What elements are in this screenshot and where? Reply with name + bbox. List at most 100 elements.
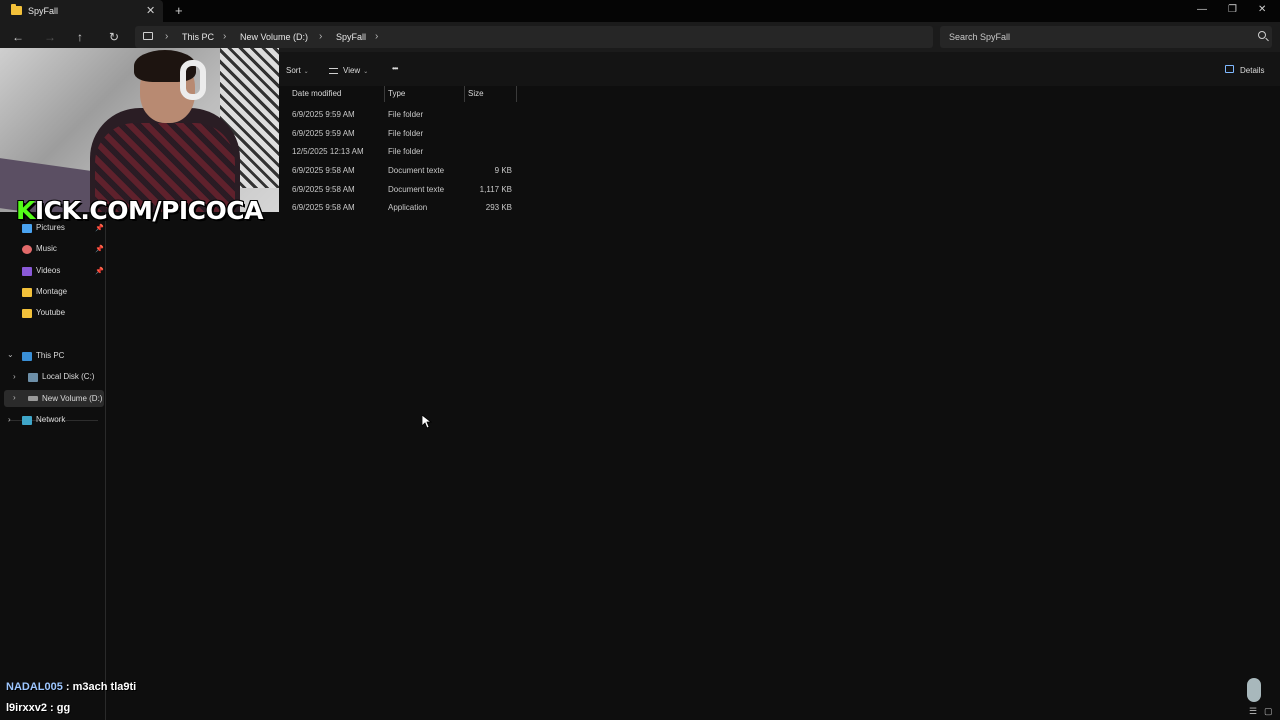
close-tab-icon[interactable]: ✕ [146, 4, 155, 17]
search-box[interactable]: Search SpyFall [940, 26, 1272, 48]
refresh-button[interactable]: ↻ [109, 30, 119, 44]
chat-username: NADAL005 [6, 681, 63, 693]
date-cell: 6/9/2025 9:59 AM [292, 129, 355, 138]
chat-text: : m3ach tla9ti [62, 681, 137, 693]
details-pane-icon [1225, 65, 1234, 73]
tiles-view-icon[interactable]: ▢ [1264, 706, 1273, 717]
column-header-date-modified[interactable]: Date modified [292, 89, 341, 98]
monitor-icon [143, 32, 153, 40]
close-window-button[interactable]: ✕ [1258, 4, 1266, 15]
tab-spyfall[interactable]: SpyFall ✕ [0, 0, 163, 22]
chat-message: l9irxxv2 : gg [6, 702, 70, 714]
collapse-chevron-icon[interactable]: ⌄ [7, 350, 14, 359]
file-row[interactable]: 6/9/2025 9:59 AM File folder [286, 105, 518, 123]
pin-icon: 📌 [95, 225, 104, 232]
videos-icon [22, 267, 32, 276]
chevron-down-icon: ⌄ [363, 69, 369, 75]
file-row[interactable]: 6/9/2025 9:58 AM Application 293 KB [286, 198, 518, 216]
stream-branding: KICK.COM/PICOCA [16, 196, 263, 225]
chevron-down-icon: ⌄ [303, 69, 309, 75]
kick-url: ICK.COM/PICOCA [34, 196, 264, 225]
breadcrumb-separator[interactable]: › [375, 31, 378, 42]
sort-label: Sort [286, 66, 301, 75]
breadcrumb-new-volume[interactable]: New Volume (D:) [240, 32, 308, 42]
pictures-icon [22, 224, 32, 233]
drive-icon [28, 396, 38, 401]
new-tab-button[interactable]: + [175, 3, 183, 18]
breadcrumb-separator[interactable]: › [165, 31, 168, 42]
back-button[interactable]: ← [12, 30, 24, 44]
type-cell: File folder [388, 110, 424, 119]
folder-icon [11, 4, 22, 15]
column-divider[interactable] [464, 86, 465, 102]
column-header-type[interactable]: Type [388, 89, 405, 98]
date-cell: 6/9/2025 9:58 AM [292, 166, 355, 175]
sidebar-item-label: Network [36, 415, 66, 424]
view-button[interactable]: View ⌄ [329, 66, 368, 75]
chat-username: l9irxxv2 [6, 702, 47, 714]
pin-icon: 📌 [95, 246, 104, 253]
breadcrumb-separator[interactable]: › [319, 31, 322, 42]
more-options-button[interactable]: ••• [392, 64, 398, 73]
type-cell: Document texte [388, 166, 445, 175]
file-row[interactable]: 12/5/2025 12:13 AM File folder [286, 142, 518, 160]
sidebar-item-label: Youtube [36, 308, 66, 317]
chat-text: : gg [46, 702, 71, 714]
expand-chevron-icon[interactable]: › [8, 415, 11, 424]
type-cell: File folder [388, 147, 424, 156]
column-header-size[interactable]: Size [468, 89, 484, 98]
minimize-button[interactable]: — [1197, 4, 1207, 15]
expand-chevron-icon[interactable]: › [13, 393, 16, 402]
up-button[interactable]: ↑ [77, 30, 83, 44]
breadcrumb-separator[interactable]: › [223, 31, 226, 42]
sidebar-item-label: Music [36, 244, 57, 253]
breadcrumb-spyfall[interactable]: SpyFall [336, 32, 366, 42]
headphones-icon [180, 60, 206, 100]
breadcrumb-this-pc[interactable]: This PC [182, 32, 214, 42]
folder-icon [22, 309, 32, 318]
forward-button[interactable]: → [44, 30, 56, 44]
details-view-icon[interactable]: ☰ [1249, 706, 1257, 717]
sidebar-item-label: Local Disk (C:) [42, 372, 95, 381]
type-cell: File folder [388, 129, 424, 138]
date-cell: 6/9/2025 9:58 AM [292, 203, 355, 212]
type-cell: Application [388, 203, 428, 212]
sidebar-item-label: This PC [36, 351, 65, 360]
sidebar-item-label: New Volume (D:) [42, 394, 103, 403]
avatar [1247, 678, 1261, 702]
search-icon [1258, 31, 1266, 39]
sort-button[interactable]: Sort ⌄ [286, 66, 309, 75]
size-cell: 1,117 KB [479, 185, 512, 194]
file-row[interactable]: 6/9/2025 9:58 AM Document texte 9 KB [286, 161, 518, 179]
sidebar-item-label: Videos [36, 266, 61, 275]
date-cell: 6/9/2025 9:58 AM [292, 185, 355, 194]
file-row[interactable]: 6/9/2025 9:59 AM File folder [286, 124, 518, 142]
folder-icon [22, 288, 32, 297]
title-bar: SpyFall ✕ + — ❐ ✕ [0, 0, 1280, 22]
music-icon [22, 245, 32, 254]
file-row[interactable]: 6/9/2025 9:58 AM Document texte 1,117 KB [286, 180, 518, 198]
monitor-icon [22, 352, 32, 361]
details-button[interactable]: Details [1240, 66, 1264, 75]
chat-message: NADAL005 : m3ach tla9ti [6, 681, 136, 693]
view-label: View [343, 66, 361, 75]
webcam-overlay [0, 48, 279, 212]
tab-title: SpyFall [28, 6, 59, 16]
expand-chevron-icon[interactable]: › [13, 372, 16, 381]
network-icon [22, 416, 32, 425]
drive-icon [28, 373, 38, 382]
address-bar[interactable]: › This PC › New Volume (D:) › SpyFall › [135, 26, 933, 48]
date-cell: 6/9/2025 9:59 AM [292, 110, 355, 119]
column-divider[interactable] [516, 86, 517, 102]
pin-icon: 📌 [95, 268, 104, 275]
size-cell: 9 KB [494, 166, 512, 175]
sidebar-item-label: Montage [36, 287, 68, 296]
view-icon [329, 67, 338, 74]
search-input[interactable]: Search SpyFall [949, 32, 1010, 42]
date-cell: 12/5/2025 12:13 AM [292, 147, 364, 156]
kick-logo-letter: K [16, 196, 35, 225]
type-cell: Document texte [388, 185, 445, 194]
restore-button[interactable]: ❐ [1228, 4, 1237, 15]
column-divider[interactable] [384, 86, 385, 102]
size-cell: 293 KB [485, 203, 512, 212]
